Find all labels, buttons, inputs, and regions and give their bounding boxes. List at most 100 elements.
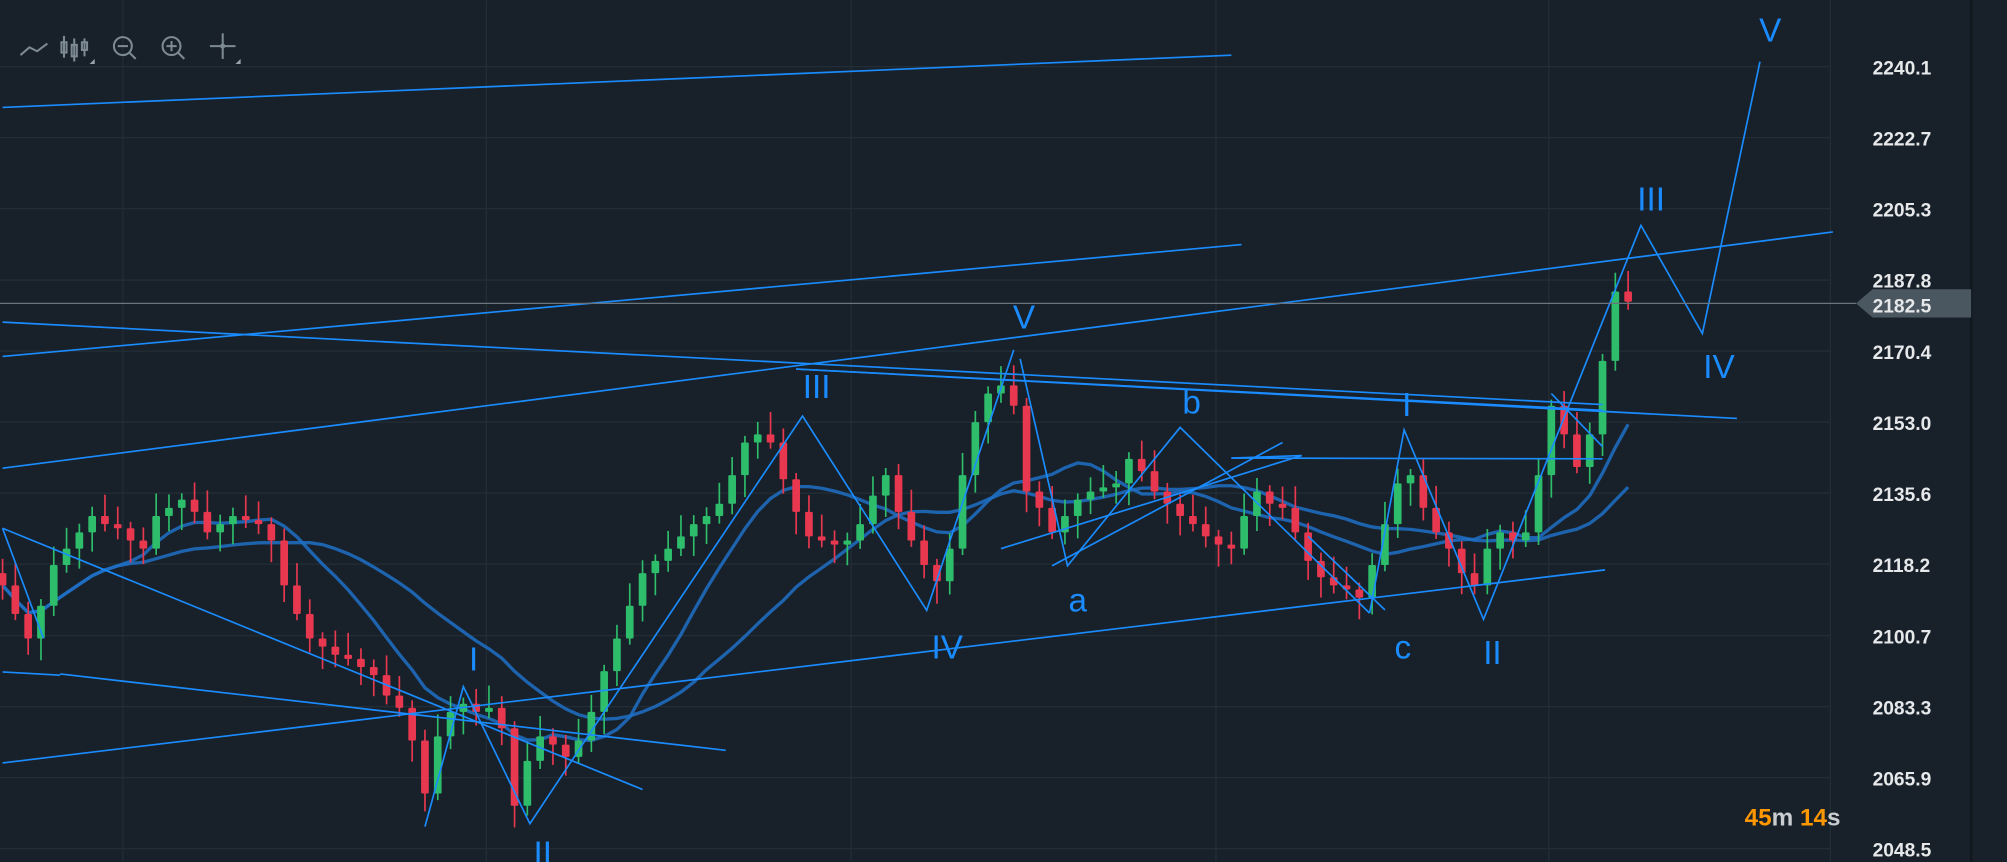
- candle-body: [318, 638, 327, 647]
- candle-body: [267, 524, 276, 541]
- candle-body: [766, 434, 775, 443]
- y-tick-label: 2170.4: [1873, 343, 1932, 364]
- candle-body: [62, 548, 71, 565]
- y-tick-label: 2100.7: [1873, 627, 1932, 648]
- y-tick-label: 2048.5: [1873, 840, 1932, 861]
- wave-label: a: [1068, 583, 1087, 620]
- candle-body: [1112, 483, 1120, 488]
- timer-minutes: 45: [1745, 805, 1772, 832]
- candle-body: [1611, 291, 1620, 361]
- candle-body: [907, 511, 916, 541]
- candle-body: [369, 667, 378, 676]
- y-tick-label: 2153.0: [1873, 414, 1932, 435]
- candle-body: [395, 695, 404, 708]
- candle-body: [817, 536, 826, 541]
- candle-body: [1125, 458, 1133, 484]
- candle-body: [101, 515, 109, 525]
- current-price-tag: 2182.5: [1855, 289, 1972, 318]
- candle-body: [190, 499, 199, 512]
- candle-body: [1240, 515, 1248, 549]
- candle-body: [1355, 589, 1364, 598]
- candle-body: [485, 707, 493, 712]
- y-tick-label: 2240.1: [1873, 58, 1932, 79]
- current-price-label: 2182.5: [1873, 296, 1932, 317]
- wave-label: III: [803, 369, 831, 406]
- candle-body: [293, 585, 301, 614]
- y-tick-label: 2065.9: [1873, 769, 1932, 790]
- candle-body: [613, 638, 621, 672]
- candle-body: [165, 507, 173, 516]
- candle-body: [1470, 573, 1479, 586]
- candle-body: [664, 548, 672, 561]
- candle-body: [421, 740, 429, 794]
- y-tick-label: 2083.3: [1873, 698, 1932, 719]
- candle-body: [216, 524, 224, 533]
- candle-body: [126, 528, 135, 541]
- candle-body: [433, 736, 442, 794]
- candle-body: [1073, 499, 1082, 516]
- candle-body: [1573, 434, 1581, 468]
- candle-body: [254, 520, 263, 525]
- candle-body: [1201, 524, 1210, 537]
- candle-body: [203, 511, 212, 533]
- candle-body: [0, 573, 7, 586]
- candle-body: [1176, 503, 1184, 516]
- candle-body: [177, 499, 186, 508]
- candle-body: [805, 511, 813, 537]
- candle-body: [1086, 491, 1095, 500]
- candle-body: [702, 515, 711, 525]
- candle-body: [113, 524, 122, 529]
- wave-label: III: [1637, 181, 1665, 218]
- candle-body: [344, 654, 352, 659]
- candle-body: [741, 442, 749, 476]
- candle-body: [1265, 491, 1274, 504]
- price-chart[interactable]: IIIIIIIVVabcIIIIIIIVV 2240.12222.72205.3…: [0, 0, 2007, 862]
- candle-body: [1099, 487, 1108, 492]
- wave-label: IV: [1703, 349, 1735, 386]
- candle-body: [830, 540, 839, 545]
- candle-body: [869, 495, 877, 525]
- wave-label: II: [1483, 635, 1501, 672]
- candle-body: [753, 434, 762, 443]
- candle-body: [792, 479, 800, 512]
- candle-body: [523, 760, 532, 806]
- wave-label: II: [533, 836, 551, 862]
- candle-body: [139, 540, 148, 549]
- candle-body: [945, 548, 954, 582]
- candle-body: [49, 564, 58, 606]
- candle-body: [1009, 385, 1018, 406]
- candle-body: [881, 475, 890, 496]
- candle-body: [331, 646, 340, 655]
- candle-body: [1214, 536, 1223, 545]
- candle-body: [728, 475, 736, 504]
- chart-background: [0, 0, 2007, 862]
- timer-seconds-unit: s: [1827, 805, 1841, 832]
- candle-body: [689, 524, 698, 537]
- wave-label: V: [1013, 299, 1036, 336]
- candle-body: [1521, 532, 1530, 541]
- candle-body: [651, 560, 660, 574]
- candle-body: [1547, 405, 1556, 476]
- y-tick-label: 2118.2: [1873, 556, 1931, 577]
- candle-body: [1278, 503, 1287, 508]
- candle-body: [920, 540, 928, 565]
- y-tick-label: 2222.7: [1873, 129, 1932, 150]
- candle-body: [24, 613, 32, 639]
- wave-label: b: [1182, 385, 1201, 422]
- candle-body: [1624, 291, 1632, 302]
- candle-body: [1393, 483, 1402, 525]
- wave-label: I: [469, 641, 478, 678]
- candle-body: [549, 736, 557, 745]
- candle-body: [856, 524, 864, 541]
- candle-body: [1150, 471, 1159, 492]
- candle-body: [229, 515, 237, 525]
- timer-minutes-unit: m: [1772, 805, 1794, 832]
- candle-body: [677, 536, 685, 549]
- candle-body: [1137, 458, 1146, 472]
- candle-body: [715, 503, 724, 516]
- timer-seconds: 14: [1800, 805, 1828, 832]
- y-tick-label: 2135.6: [1873, 485, 1932, 506]
- candle-body: [280, 540, 288, 586]
- candle-body: [1483, 548, 1492, 586]
- candle-body: [1585, 434, 1594, 468]
